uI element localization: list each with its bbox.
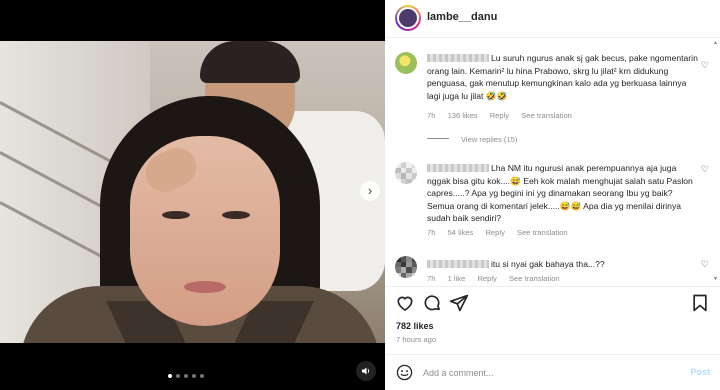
commenter-avatar[interactable] <box>395 52 417 74</box>
see-translation-link[interactable]: See translation <box>517 228 568 237</box>
post-like-count[interactable]: 782 likes <box>396 321 434 331</box>
post-side-panel: lambe__danu Lu suruh ngurus anak sj gak … <box>385 0 720 390</box>
chevron-right-icon: › <box>367 183 373 198</box>
scroll-down-arrow[interactable]: ▼ <box>713 276 718 282</box>
add-comment-bar: Post <box>385 354 720 390</box>
comment-text: Lha NM itu ngurusi anak perempuannya aja… <box>427 163 693 224</box>
comment-icon[interactable] <box>422 293 442 313</box>
reply-link[interactable]: Reply <box>477 274 496 283</box>
view-replies-link[interactable]: View replies (15) <box>427 135 517 144</box>
carousel-dot <box>184 374 188 378</box>
post-timestamp: 7 hours ago <box>396 335 437 344</box>
share-icon[interactable] <box>449 293 469 313</box>
carousel-dot <box>168 374 172 378</box>
comment-meta: 7h 1 like Reply See translation <box>427 274 570 283</box>
commenter-avatar[interactable] <box>395 256 417 278</box>
emoji-icon[interactable] <box>396 364 413 381</box>
carousel-dot <box>192 374 196 378</box>
reply-link[interactable]: Reply <box>490 111 509 120</box>
stylist-hair <box>200 41 300 83</box>
like-comment-icon[interactable]: ♡ <box>701 259 709 270</box>
post-media: › <box>0 0 385 390</box>
comment-meta: 7h 54 likes Reply See translation <box>427 228 578 237</box>
comment-likes[interactable]: 54 likes <box>448 228 474 237</box>
profile-username[interactable]: lambe__danu <box>427 11 497 23</box>
profile-avatar[interactable] <box>395 5 421 31</box>
comment-meta: 7h 136 likes Reply See translation <box>427 111 582 120</box>
comment-text-wrap: Lu suruh ngurus anak sj gak becus, pake … <box>427 52 699 102</box>
bookmark-icon[interactable] <box>690 293 710 313</box>
see-translation-link[interactable]: See translation <box>509 274 560 283</box>
like-comment-icon[interactable]: ♡ <box>701 60 709 71</box>
carousel-dot <box>200 374 204 378</box>
post-comment-button[interactable]: Post <box>690 367 710 377</box>
comment-time: 7h <box>427 274 436 283</box>
comment-text: itu si nyai gak bahaya tha...?? <box>491 259 605 269</box>
redacted-username <box>427 260 489 268</box>
heart-icon[interactable] <box>395 293 415 313</box>
post-header: lambe__danu <box>385 0 720 38</box>
scroll-up-arrow[interactable]: ▲ <box>713 40 718 46</box>
comment-text-wrap: Lha NM itu ngurusi anak perempuannya aja… <box>427 162 699 225</box>
comment-text-wrap: itu si nyai gak bahaya tha...?? <box>427 258 699 271</box>
comments-list[interactable]: Lu suruh ngurus anak sj gak becus, pake … <box>385 38 720 284</box>
post-actions-bar <box>385 286 720 318</box>
like-comment-icon[interactable]: ♡ <box>701 164 709 175</box>
next-media-button[interactable]: › <box>360 181 380 201</box>
commenter-avatar[interactable] <box>395 162 417 184</box>
replies-divider <box>427 138 449 139</box>
redacted-username <box>427 164 489 172</box>
mute-toggle-button[interactable] <box>356 361 376 381</box>
carousel-dots <box>168 374 204 378</box>
speaker-icon <box>362 367 370 375</box>
video-frame[interactable] <box>0 41 385 343</box>
redacted-username <box>427 54 489 62</box>
view-replies-label: View replies (15) <box>461 135 518 144</box>
comment-likes[interactable]: 1 like <box>448 274 466 283</box>
comment-time: 7h <box>427 228 436 237</box>
right-eye <box>222 211 250 219</box>
carousel-dot <box>176 374 180 378</box>
comment-likes[interactable]: 136 likes <box>448 111 478 120</box>
lips <box>184 281 226 293</box>
see-translation-link[interactable]: See translation <box>521 111 572 120</box>
left-eye <box>162 211 190 219</box>
comment-time: 7h <box>427 111 436 120</box>
comment-input[interactable] <box>423 365 643 381</box>
reply-link[interactable]: Reply <box>485 228 504 237</box>
